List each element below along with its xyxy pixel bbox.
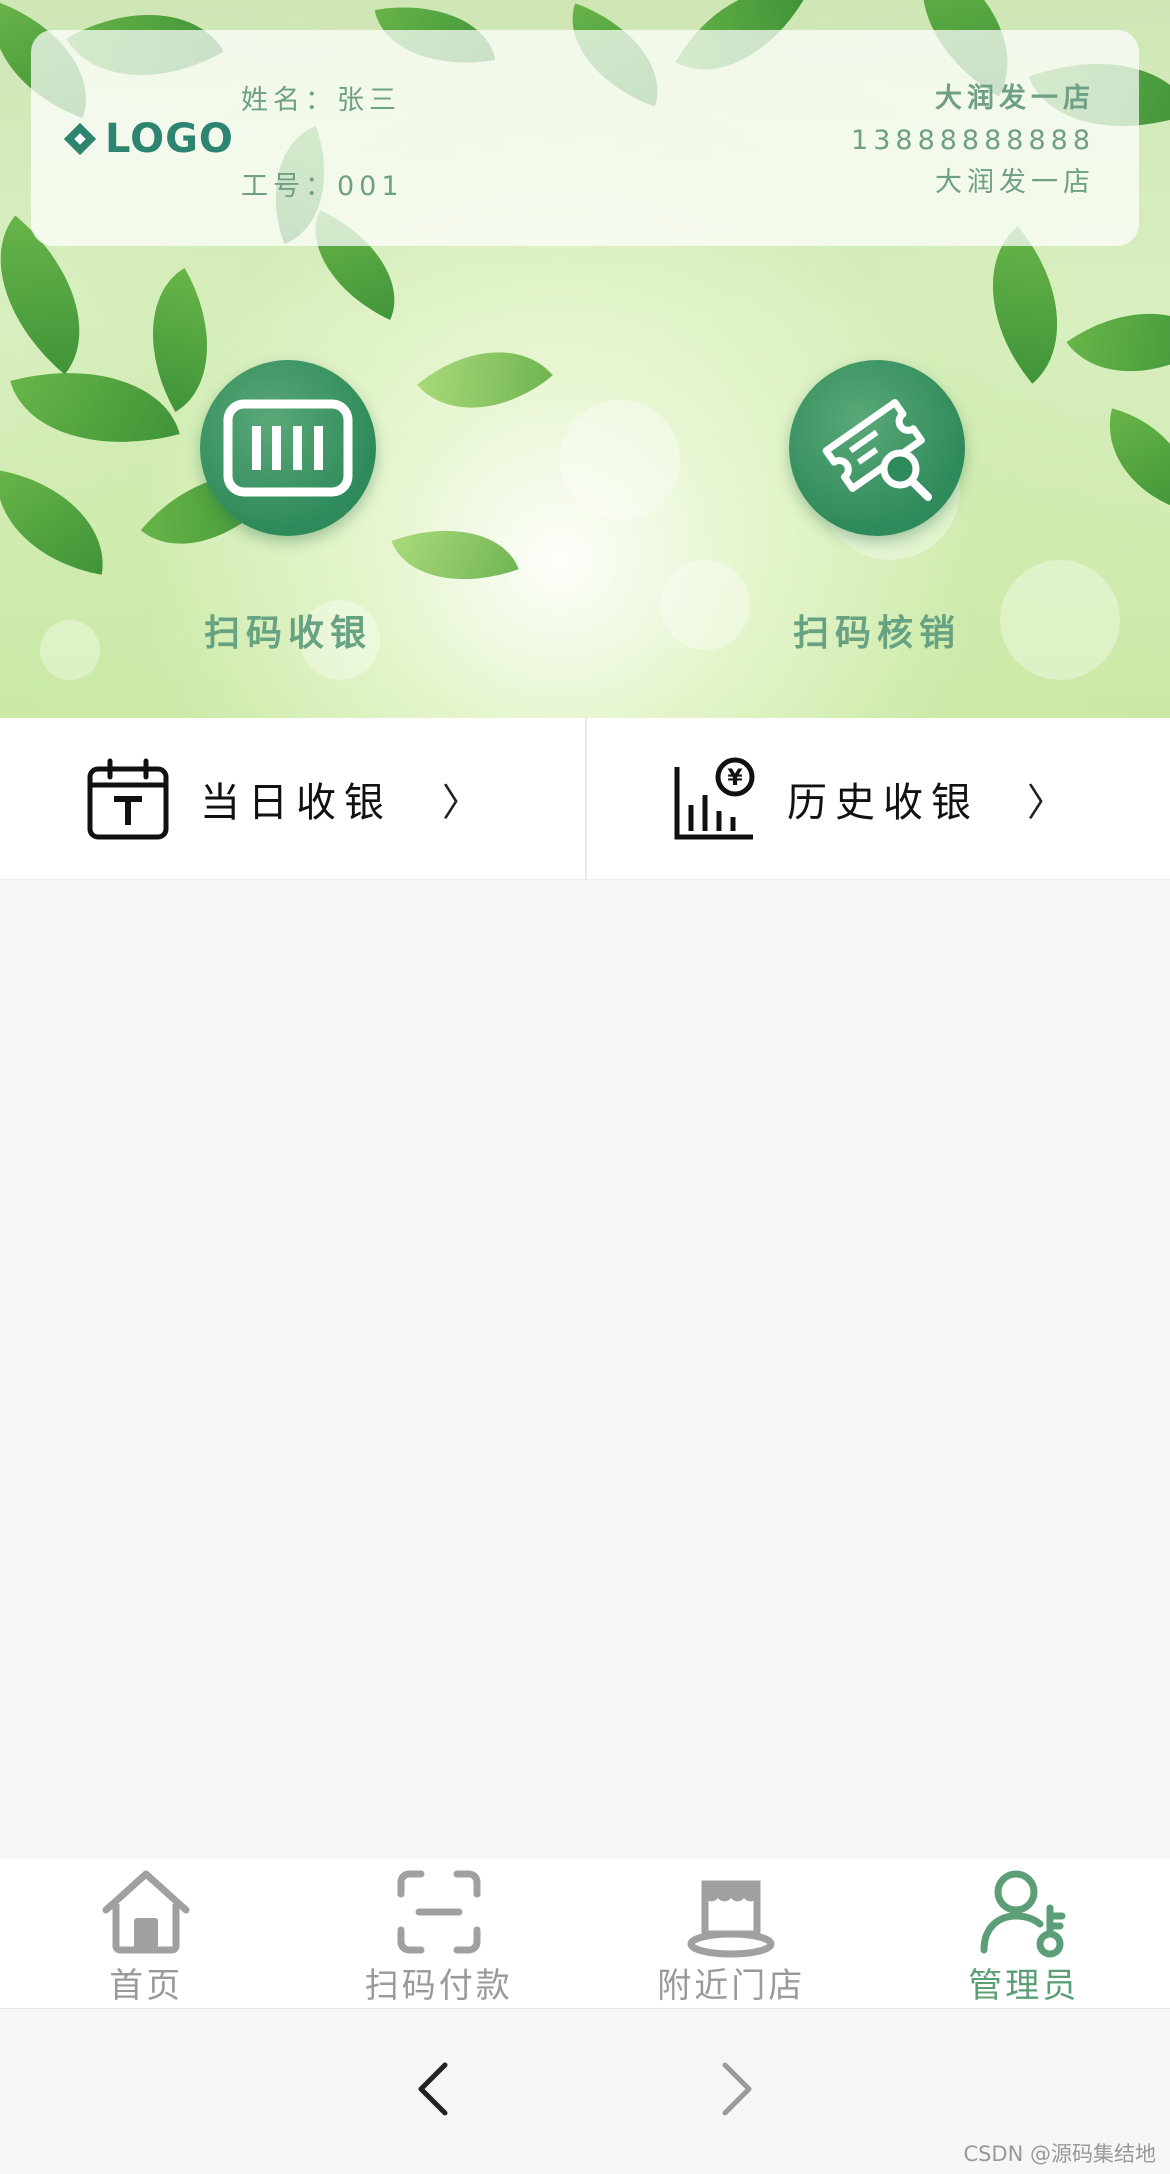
tab-nearby-stores-label: 附近门店 bbox=[657, 1966, 806, 2006]
scan-checkout-label: 扫码收银 bbox=[203, 613, 372, 654]
scan-checkout-button[interactable]: 扫码收银 bbox=[158, 360, 418, 656]
tab-scan-pay-label: 扫码付款 bbox=[364, 1966, 513, 2006]
today-checkout-link[interactable]: 当日收银 〉 bbox=[0, 718, 585, 880]
ticket-search-icon bbox=[789, 360, 965, 536]
store-phone: 13888888888 bbox=[851, 125, 1095, 156]
forward-arrow-icon[interactable] bbox=[705, 2059, 765, 2119]
logo-diamond-icon bbox=[63, 122, 97, 156]
logo-text: LOGO bbox=[105, 116, 234, 162]
chevron-right-icon: 〉 bbox=[441, 780, 480, 825]
tab-nearby-stores[interactable]: 附近门店 bbox=[585, 1858, 878, 2008]
chevron-right-icon: 〉 bbox=[1026, 780, 1065, 825]
tab-home[interactable]: 首页 bbox=[0, 1858, 293, 2008]
employee-id: 工号：001 bbox=[241, 171, 404, 202]
back-arrow-icon[interactable] bbox=[405, 2059, 465, 2119]
tab-scan-pay[interactable]: 扫码付款 bbox=[293, 1858, 586, 2008]
tab-admin-label: 管理员 bbox=[968, 1966, 1080, 2006]
history-checkout-link[interactable]: ¥ 历史收银 〉 bbox=[585, 718, 1170, 880]
bottom-tab-bar: 首页 扫码付款 附近门店 管理员 bbox=[0, 1858, 1170, 2008]
calendar-today-icon bbox=[87, 758, 169, 840]
home-icon bbox=[102, 1870, 190, 1954]
hero-banner: LOGO 姓名：张三 工号：001 大润发一店 13888888888 大润发一… bbox=[0, 0, 1170, 718]
history-checkout-label: 历史收银 bbox=[787, 780, 979, 826]
watermark: CSDN @源码集结地 bbox=[963, 2142, 1156, 2166]
scan-verify-button[interactable]: 扫码核销 bbox=[747, 360, 1007, 656]
tab-admin[interactable]: 管理员 bbox=[878, 1858, 1170, 2008]
admin-key-icon bbox=[980, 1870, 1066, 1958]
store-name: 大润发一店 bbox=[935, 83, 1095, 114]
user-info-card: LOGO 姓名：张三 工号：001 大润发一店 13888888888 大润发一… bbox=[31, 30, 1139, 246]
app-screen: LOGO 姓名：张三 工号：001 大润发一店 13888888888 大润发一… bbox=[0, 0, 1170, 2174]
store-subtitle: 大润发一店 bbox=[935, 167, 1095, 198]
today-checkout-label: 当日收银 bbox=[200, 780, 392, 826]
yuan-chart-icon: ¥ bbox=[674, 757, 755, 840]
svg-text:¥: ¥ bbox=[727, 766, 743, 791]
store-info: 大润发一店 13888888888 大润发一店 bbox=[851, 78, 1095, 204]
employee-info: 姓名：张三 工号：001 bbox=[241, 78, 404, 250]
browser-navigation-bar: CSDN @源码集结地 bbox=[0, 2008, 1170, 2174]
scan-verify-label: 扫码核销 bbox=[792, 613, 961, 654]
employee-name: 姓名：张三 bbox=[241, 85, 401, 116]
tab-home-label: 首页 bbox=[109, 1966, 184, 2006]
store-icon bbox=[687, 1880, 775, 1958]
quick-links: 当日收银 〉 ¥ 历史收银 〉 bbox=[0, 718, 1170, 880]
brand-logo: LOGO bbox=[61, 116, 234, 162]
scan-icon bbox=[397, 1870, 481, 1954]
barcode-icon bbox=[200, 360, 376, 536]
